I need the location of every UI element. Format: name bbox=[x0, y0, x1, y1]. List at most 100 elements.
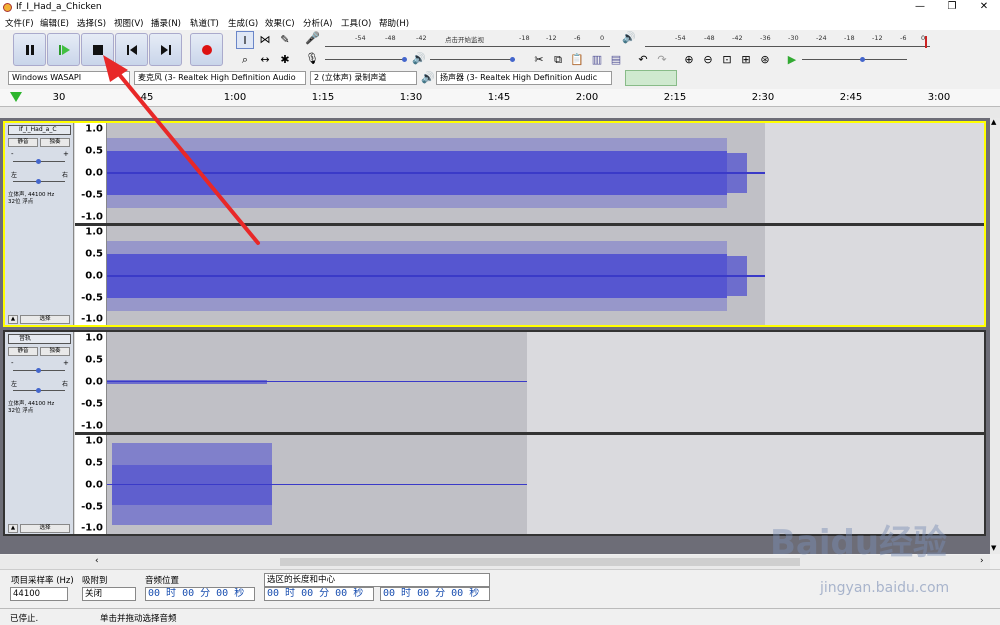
zoom-toggle-icon[interactable]: ⊛ bbox=[756, 51, 774, 69]
scroll-down-icon[interactable]: ▼ bbox=[991, 544, 996, 552]
snap-to-dropdown[interactable]: 关闭 bbox=[82, 587, 136, 601]
envelope-tool-icon[interactable]: ⋈ bbox=[256, 31, 274, 49]
track-name-menu[interactable]: If_I_Had_a_C bbox=[8, 125, 71, 135]
waveform-clip-left[interactable] bbox=[107, 123, 765, 223]
waveform-clip-left[interactable] bbox=[107, 332, 527, 432]
playback-volume-slider[interactable] bbox=[430, 59, 515, 60]
menu-record[interactable]: 播录(N) bbox=[151, 17, 181, 29]
menu-effect[interactable]: 效果(C) bbox=[265, 17, 295, 29]
waveform-clip-right[interactable] bbox=[107, 435, 527, 534]
click-to-monitor-label[interactable]: 点击开始监视 bbox=[445, 34, 484, 44]
redo-icon[interactable]: ↷ bbox=[653, 51, 671, 69]
vertical-scrollbar[interactable]: ▲ ▼ bbox=[990, 118, 1000, 554]
menu-tools[interactable]: 工具(O) bbox=[341, 17, 371, 29]
scroll-up-icon[interactable]: ▲ bbox=[991, 118, 996, 126]
maximize-icon[interactable]: ❐ bbox=[937, 0, 967, 15]
selection-tool-icon[interactable]: I bbox=[236, 31, 254, 49]
menu-select[interactable]: 选择(S) bbox=[77, 17, 106, 29]
draw-tool-icon[interactable]: ✎ bbox=[276, 31, 294, 49]
track-collapse-icon[interactable]: ▲ bbox=[8, 315, 18, 324]
recording-device-dropdown[interactable]: 麦克风 (3- Realtek High Definition Audio bbox=[134, 71, 306, 85]
gain-knob[interactable] bbox=[36, 159, 41, 164]
playback-device-dropdown[interactable]: 扬声器 (3- Realtek High Definition Audic bbox=[436, 71, 612, 85]
vertical-ruler[interactable]: 1.0 0.5 0.0 -0.5 -1.0 bbox=[75, 332, 107, 432]
project-rate-dropdown[interactable]: 44100 bbox=[10, 587, 68, 601]
solo-button[interactable]: 独奏 bbox=[40, 347, 70, 356]
play-meter-icon[interactable]: 🔊 bbox=[622, 31, 636, 44]
record-button[interactable] bbox=[190, 33, 223, 66]
menu-edit[interactable]: 编辑(E) bbox=[40, 17, 69, 29]
pan-knob[interactable] bbox=[36, 388, 41, 393]
waveform-clip-right[interactable] bbox=[107, 226, 765, 325]
track-control-panel[interactable]: ✕ If_I_Had_a_C 静音 独奏 - + 左 右 立体声, 44100 … bbox=[5, 123, 74, 325]
paste-icon[interactable]: 📋 bbox=[568, 51, 586, 69]
track-panel[interactable]: ✕ If_I_Had_a_C 静音 独奏 - + 左 右 立体声, 44100 … bbox=[0, 55, 990, 554]
zoom-in-icon[interactable]: ⊕ bbox=[680, 51, 698, 69]
fit-selection-icon[interactable]: ⊡ bbox=[718, 51, 736, 69]
play-button[interactable] bbox=[47, 33, 80, 66]
menu-generate[interactable]: 生成(G) bbox=[228, 17, 258, 29]
recording-channels-dropdown[interactable]: 2 (立体声) 录制声道 bbox=[310, 71, 417, 85]
stop-button[interactable] bbox=[81, 33, 114, 66]
playback-volume-knob[interactable] bbox=[510, 57, 515, 62]
close-icon[interactable]: ✕ bbox=[969, 0, 999, 15]
cut-icon[interactable]: ✂ bbox=[530, 51, 548, 69]
menu-analyze[interactable]: 分析(A) bbox=[303, 17, 332, 29]
record-meter-scale[interactable]: -54 -48 -42 点击开始监视 -18 -12 -6 0 bbox=[325, 34, 610, 46]
audio-host-dropdown[interactable]: Windows WASAPI bbox=[8, 71, 130, 85]
selection-end-field[interactable]: 00 时 00 分 00 秒 bbox=[380, 587, 490, 601]
zoom-out-icon[interactable]: ⊖ bbox=[699, 51, 717, 69]
menu-file[interactable]: 文件(F) bbox=[5, 17, 34, 29]
horizontal-scroll-thumb[interactable] bbox=[280, 558, 800, 566]
track-control-panel[interactable]: ✕ 音轨 静音 独奏 - + 左 右 立体声, 44100 Hz 32位 浮点 … bbox=[5, 332, 74, 534]
trim-icon[interactable]: ▥ bbox=[588, 51, 606, 69]
mute-button[interactable]: 静音 bbox=[8, 138, 38, 147]
menu-view[interactable]: 视图(V) bbox=[114, 17, 143, 29]
select-track-button[interactable]: 选择 bbox=[20, 315, 70, 324]
scroll-left-icon[interactable]: ‹ bbox=[95, 556, 99, 566]
track-collapse-icon[interactable]: ▲ bbox=[8, 524, 18, 533]
scroll-right-icon[interactable]: › bbox=[980, 556, 984, 566]
empty-track-area[interactable] bbox=[765, 226, 984, 325]
fit-project-icon[interactable]: ⊞ bbox=[737, 51, 755, 69]
audio-track[interactable]: ✕ If_I_Had_a_C 静音 独奏 - + 左 右 立体声, 44100 … bbox=[3, 121, 986, 327]
audio-track[interactable]: ✕ 音轨 静音 独奏 - + 左 右 立体声, 44100 Hz 32位 浮点 … bbox=[3, 330, 986, 536]
vertical-ruler[interactable]: 1.0 0.5 0.0 -0.5 -1.0 bbox=[75, 226, 107, 325]
minimize-icon[interactable]: — bbox=[905, 0, 935, 15]
audio-position-field[interactable]: 00 时 00 分 00 秒 bbox=[145, 587, 255, 601]
waveform-thumb-icon[interactable] bbox=[625, 70, 677, 86]
selection-mode-dropdown[interactable]: 选区的长度和中心 bbox=[264, 573, 490, 587]
vertical-ruler[interactable]: 1.0 0.5 0.0 -0.5 -1.0 bbox=[75, 435, 107, 534]
solo-button[interactable]: 独奏 bbox=[40, 138, 70, 147]
record-meter-icon[interactable]: 🎤 bbox=[305, 31, 320, 45]
pause-button[interactable] bbox=[13, 33, 46, 66]
pan-knob[interactable] bbox=[36, 179, 41, 184]
timeline-ruler[interactable]: 30 45 1:00 1:15 1:30 1:45 2:00 2:15 2:30… bbox=[0, 89, 1000, 107]
skip-to-start-button[interactable] bbox=[115, 33, 148, 66]
play-meter-scale[interactable]: -54 -48 -42 -36 -30 -24 -18 -12 -6 0 bbox=[645, 34, 930, 46]
gain-knob[interactable] bbox=[36, 368, 41, 373]
record-volume-slider[interactable] bbox=[325, 59, 405, 60]
menu-help[interactable]: 帮助(H) bbox=[379, 17, 409, 29]
skip-to-end-button[interactable] bbox=[149, 33, 182, 66]
zoom-tool-icon[interactable]: ⌕ bbox=[236, 51, 254, 69]
mute-button[interactable]: 静音 bbox=[8, 347, 38, 356]
multi-tool-icon[interactable]: ✱ bbox=[276, 51, 294, 69]
play-speed-knob[interactable] bbox=[860, 57, 865, 62]
menu-tracks[interactable]: 轨道(T) bbox=[190, 17, 219, 29]
snap-to-label: 吸附到 bbox=[82, 576, 108, 586]
track-name-menu[interactable]: 音轨 bbox=[8, 334, 71, 344]
pin-playhead-icon[interactable] bbox=[10, 92, 22, 102]
record-volume-knob[interactable] bbox=[402, 57, 407, 62]
select-track-button[interactable]: 选择 bbox=[20, 524, 70, 533]
play-at-speed-icon[interactable]: ▶ bbox=[783, 51, 801, 69]
copy-icon[interactable]: ⧉ bbox=[549, 51, 567, 69]
empty-track-area[interactable] bbox=[765, 123, 984, 223]
play-speed-slider[interactable] bbox=[802, 59, 907, 60]
silence-icon[interactable]: ▤ bbox=[607, 51, 625, 69]
selection-start-field[interactable]: 00 时 00 分 00 秒 bbox=[264, 587, 374, 601]
timeshift-tool-icon[interactable]: ↔ bbox=[256, 51, 274, 69]
undo-icon[interactable]: ↶ bbox=[634, 51, 652, 69]
empty-track-area[interactable] bbox=[527, 332, 984, 432]
vertical-ruler[interactable]: 1.0 0.5 0.0 -0.5 -1.0 bbox=[75, 123, 107, 223]
